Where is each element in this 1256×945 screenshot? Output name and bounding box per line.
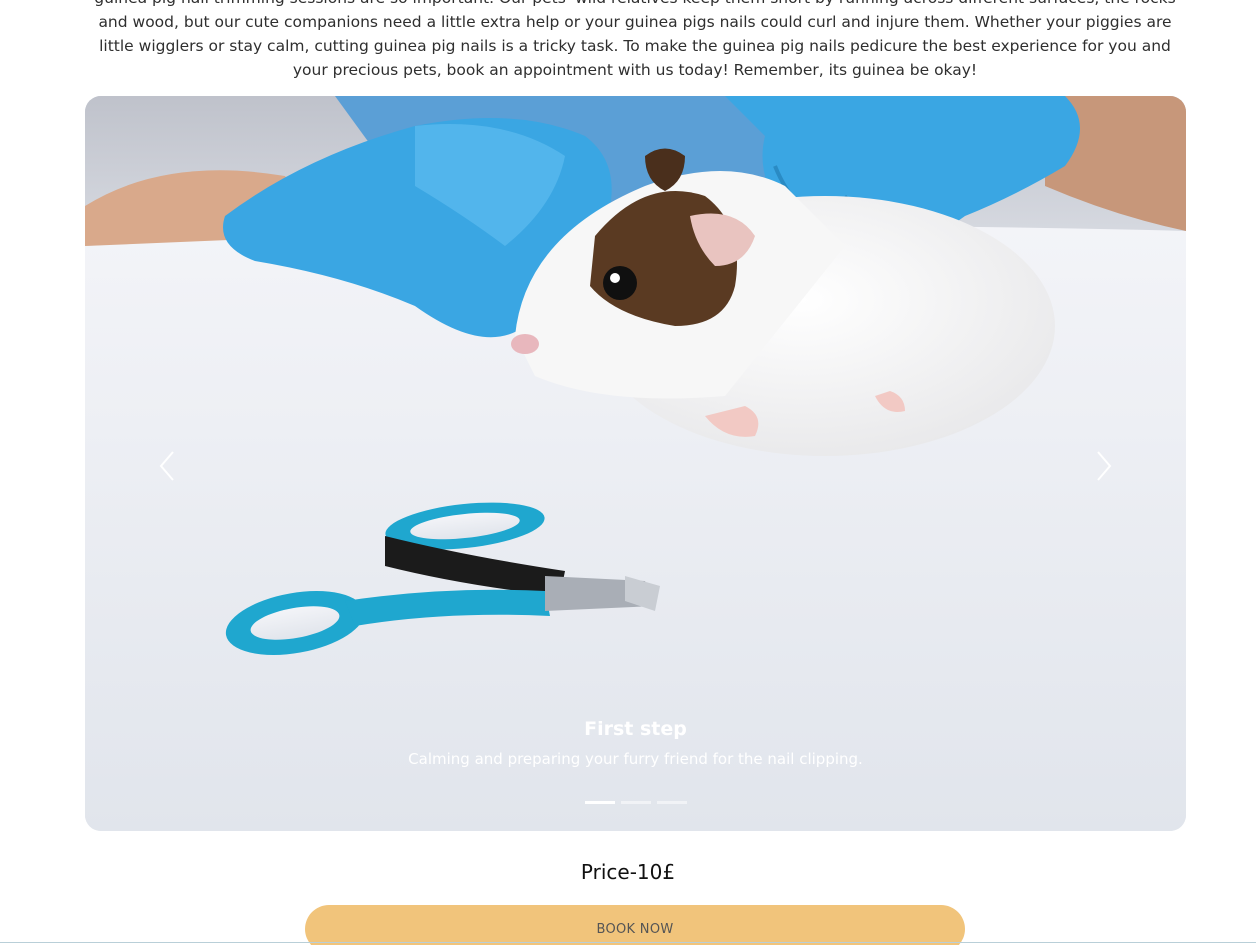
slide-title: First step	[584, 718, 687, 740]
carousel-indicator-1[interactable]	[584, 801, 615, 804]
carousel-prev-button[interactable]	[137, 436, 197, 496]
carousel-next-button[interactable]	[1074, 436, 1134, 496]
carousel-indicator-2[interactable]	[620, 801, 651, 804]
price-label: Price-10£	[580, 860, 676, 884]
page: guinea pig nail trimming sessions are so…	[0, 0, 1256, 945]
slide-description: Calming and preparing your furry friend …	[408, 750, 863, 768]
chevron-right-icon	[1097, 451, 1112, 481]
intro-paragraph: guinea pig nail trimming sessions are so…	[94, 0, 1175, 79]
carousel-indicator-3[interactable]	[656, 801, 687, 804]
chevron-left-icon	[159, 451, 174, 481]
slide-caption: First step Calming and preparing your fu…	[85, 718, 1186, 768]
divider	[0, 942, 1256, 943]
image-carousel[interactable]: First step Calming and preparing your fu…	[85, 96, 1186, 831]
book-now-button[interactable]: BOOK NOW	[305, 905, 965, 945]
carousel-indicators	[85, 801, 1186, 804]
